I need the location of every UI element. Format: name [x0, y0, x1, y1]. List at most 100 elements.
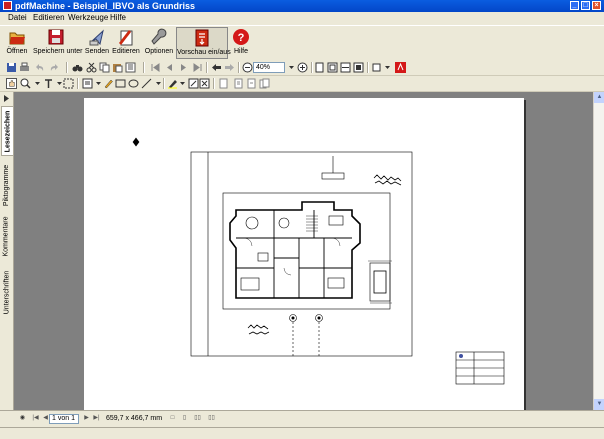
app-icon	[3, 1, 12, 10]
menu-hilfe[interactable]: Hilfe	[110, 13, 126, 23]
tab-lesezeichen-label: Lesezeichen	[4, 110, 12, 152]
wrench-icon	[151, 28, 167, 45]
first-page-icon[interactable]	[150, 62, 161, 73]
status-nav-icon[interactable]: ◉	[18, 414, 27, 423]
note-icon[interactable]	[82, 78, 93, 89]
side-panel-tabs: Lesezeichen Piktogramme Kommentare Unter…	[0, 92, 14, 410]
minimize-icon[interactable]: _	[570, 1, 579, 10]
scroll-up-icon[interactable]: ▲	[594, 92, 604, 103]
save-small-icon[interactable]	[6, 62, 17, 73]
floor-plan-drawing	[132, 137, 505, 385]
continuous-view-icon[interactable]: ▯	[180, 414, 189, 423]
find-binoculars-icon[interactable]	[72, 62, 83, 73]
preview-toggle-button[interactable]: Vorschau ein/aus	[176, 27, 231, 59]
actual-size-icon[interactable]	[314, 62, 325, 73]
copy-icon[interactable]	[99, 62, 110, 73]
open-folder-icon	[9, 32, 25, 45]
forward-icon[interactable]	[224, 62, 235, 73]
send-label: Senden	[84, 48, 110, 55]
doc-tool-3-icon[interactable]	[246, 78, 257, 89]
document-viewer[interactable]	[14, 92, 593, 410]
snapshot-icon[interactable]	[63, 78, 74, 89]
menu-editieren[interactable]: Editieren	[33, 13, 65, 23]
zoom-tool-dropdown-icon[interactable]	[32, 78, 43, 89]
rotate-icon[interactable]	[371, 62, 382, 73]
single-page-view-icon[interactable]: □	[168, 414, 177, 423]
status-bar: ◉ |◀ ◀ 1 von 1 ▶ ▶| 659,7 x 466,7 mm □ ▯…	[0, 410, 604, 427]
tab-unterschriften-label: Unterschriften	[3, 270, 11, 314]
tab-piktogramme-label: Piktogramme	[3, 164, 11, 206]
scroll-down-icon[interactable]: ▼	[594, 399, 604, 410]
fit-page-icon[interactable]	[327, 62, 338, 73]
previous-page-icon[interactable]	[164, 62, 175, 73]
tab-kommentare[interactable]: Kommentare	[1, 212, 12, 260]
maximize-icon[interactable]: □	[581, 1, 590, 10]
panel-expand-icon[interactable]	[2, 94, 11, 103]
title-bar: pdfMachine - Beispiel_IBVO als Grundriss…	[0, 0, 604, 12]
send-button[interactable]: Senden	[84, 27, 110, 59]
pencil-icon[interactable]	[103, 78, 114, 89]
hand-tool-icon[interactable]	[6, 78, 17, 89]
tab-unterschriften[interactable]: Unterschriften	[1, 264, 12, 320]
save-as-button[interactable]: Speichern unter	[33, 27, 82, 59]
tools-toolbar	[0, 76, 604, 92]
open-button[interactable]: Öffnen	[4, 27, 30, 59]
svg-text:?: ?	[238, 32, 245, 44]
help-label: Hilfe	[233, 48, 248, 55]
window-title: pdfMachine - Beispiel_IBVO als Grundriss	[15, 1, 196, 11]
edit-label: Editieren	[112, 48, 140, 55]
doc-tool-2-icon[interactable]	[233, 78, 244, 89]
status-first-page-icon[interactable]: |◀	[31, 414, 40, 423]
attach-icon[interactable]	[199, 78, 210, 89]
facing-view-icon[interactable]: ▯▯	[193, 414, 202, 423]
tab-lesezeichen[interactable]: Lesezeichen	[1, 106, 14, 156]
acrobat-logo-icon[interactable]	[395, 62, 406, 73]
save-disk-icon	[48, 29, 64, 45]
menu-bar: Datei Editieren Werkzeuge Hilfe	[0, 12, 604, 24]
fit-visible-icon[interactable]	[353, 62, 364, 73]
vertical-scrollbar[interactable]: ▲ ▼	[593, 92, 604, 410]
preview-toggle-icon	[195, 29, 209, 47]
page-layout-icon[interactable]	[125, 62, 136, 73]
continuous-facing-view-icon[interactable]: ▯▯	[207, 414, 216, 423]
close-icon[interactable]: ×	[592, 1, 601, 10]
menu-werkzeuge[interactable]: Werkzeuge	[68, 13, 108, 23]
zoom-in-icon[interactable]	[297, 62, 308, 73]
zoom-tool-icon[interactable]	[20, 78, 31, 89]
rotate-dropdown-icon[interactable]	[382, 62, 393, 73]
stamp-icon[interactable]	[188, 78, 199, 89]
zoom-dropdown-icon[interactable]	[286, 62, 297, 73]
cut-icon[interactable]	[86, 62, 97, 73]
edit-button[interactable]: Editieren	[112, 27, 140, 59]
next-page-icon[interactable]	[178, 62, 189, 73]
options-button[interactable]: Optionen	[144, 27, 174, 59]
zoom-out-icon[interactable]	[242, 62, 253, 73]
print-icon[interactable]	[19, 62, 30, 73]
status-last-page-icon[interactable]: ▶|	[92, 414, 101, 423]
ellipse-icon[interactable]	[128, 78, 139, 89]
help-button[interactable]: ? Hilfe	[231, 27, 251, 59]
options-label: Optionen	[144, 48, 174, 55]
bottom-strip	[0, 427, 604, 439]
text-select-icon[interactable]	[43, 78, 54, 89]
last-page-icon[interactable]	[192, 62, 203, 73]
page-number-field[interactable]: 1 von 1	[49, 414, 79, 424]
undo-icon[interactable]	[34, 62, 45, 73]
doc-tool-1-icon[interactable]	[218, 78, 229, 89]
status-next-page-icon[interactable]: ▶	[82, 414, 91, 423]
doc-tool-4-icon[interactable]	[259, 78, 270, 89]
paste-icon[interactable]	[112, 62, 123, 73]
zoom-input[interactable]: 40%	[253, 62, 285, 73]
navigation-toolbar: 40%	[0, 60, 604, 76]
fit-width-icon[interactable]	[340, 62, 351, 73]
redo-icon[interactable]	[49, 62, 60, 73]
main-toolbar: Öffnen Speichern unter Senden Editieren …	[0, 25, 604, 61]
line-icon[interactable]	[141, 78, 152, 89]
tab-piktogramme[interactable]: Piktogramme	[1, 160, 12, 210]
back-icon[interactable]	[211, 62, 222, 73]
open-label: Öffnen	[6, 48, 28, 55]
rectangle-icon[interactable]	[115, 78, 126, 89]
menu-datei[interactable]: Datei	[8, 13, 27, 23]
help-icon: ?	[233, 29, 249, 45]
highlight-dropdown-icon[interactable]	[177, 78, 188, 89]
